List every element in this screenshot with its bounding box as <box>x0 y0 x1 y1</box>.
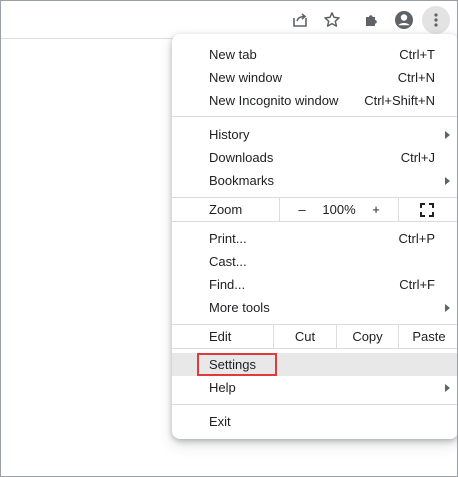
menu-item-new-incognito-window[interactable]: New Incognito window Ctrl+Shift+N <box>172 89 457 112</box>
menu-item-shortcut: Ctrl+P <box>398 231 435 246</box>
fullscreen-icon <box>420 203 434 217</box>
zoom-row: Zoom – 100% + <box>172 197 457 222</box>
menu-item-label: Print... <box>209 231 247 246</box>
extensions-icon <box>366 15 377 26</box>
menu-item-downloads[interactable]: Downloads Ctrl+J <box>172 146 457 169</box>
profile-icon <box>395 11 413 29</box>
paste-button[interactable]: Paste <box>398 325 457 348</box>
menu-divider <box>172 116 457 117</box>
menu-item-label: Exit <box>209 414 231 429</box>
menu-item-label: Help <box>209 380 236 395</box>
star-icon <box>324 12 340 27</box>
menu-item-label: New tab <box>209 47 257 62</box>
menu-item-more-tools[interactable]: More tools <box>172 296 457 319</box>
cut-button[interactable]: Cut <box>273 325 336 348</box>
more-vert-icon <box>434 13 438 27</box>
menu-item-new-tab[interactable]: New tab Ctrl+T <box>172 43 457 66</box>
share-icon <box>293 13 307 27</box>
fullscreen-button[interactable] <box>416 198 438 221</box>
zoom-level: 100% <box>322 202 356 217</box>
menu-item-label: More tools <box>209 300 270 315</box>
browser-window: New tab Ctrl+T New window Ctrl+N New Inc… <box>0 0 458 477</box>
menu-item-shortcut: Ctrl+J <box>400 150 435 165</box>
share-button[interactable] <box>286 6 314 34</box>
zoom-divider <box>398 198 399 221</box>
menu-item-shortcut: Ctrl+T <box>399 47 435 62</box>
extensions-button[interactable] <box>358 6 386 34</box>
zoom-in-button[interactable]: + <box>363 198 389 221</box>
menu-item-label: Downloads <box>209 150 274 165</box>
edit-label: Edit <box>209 329 232 344</box>
menu-item-shortcut: Ctrl+F <box>399 277 435 292</box>
menu-item-find[interactable]: Find... Ctrl+F <box>172 273 457 296</box>
zoom-out-button[interactable]: – <box>288 198 316 221</box>
menu-item-label: New window <box>209 70 282 85</box>
zoom-divider <box>279 198 280 221</box>
bookmark-star-button[interactable] <box>318 6 346 34</box>
submenu-arrow-icon <box>445 304 450 312</box>
profile-button[interactable] <box>390 6 418 34</box>
menu-item-exit[interactable]: Exit <box>172 410 457 433</box>
menu-item-shortcut: Ctrl+Shift+N <box>364 93 435 108</box>
zoom-label: Zoom <box>209 202 243 217</box>
menu-item-label: Cast... <box>209 254 247 269</box>
settings-highlight-box <box>197 353 277 376</box>
menu-item-label: New Incognito window <box>209 93 339 108</box>
menu-item-help[interactable]: Help <box>172 376 457 399</box>
menu-item-label: Bookmarks <box>209 173 275 188</box>
menu-item-label: Find... <box>209 277 246 292</box>
menu-item-bookmarks[interactable]: Bookmarks <box>172 169 457 192</box>
edit-row: Edit Cut Copy Paste <box>172 324 457 349</box>
menu-item-label: History <box>209 127 250 142</box>
more-options-button[interactable] <box>422 6 450 34</box>
menu-item-print[interactable]: Print... Ctrl+P <box>172 227 457 250</box>
menu-item-history[interactable]: History <box>172 123 457 146</box>
submenu-arrow-icon <box>445 131 450 139</box>
submenu-arrow-icon <box>445 177 450 185</box>
menu-divider <box>172 404 457 405</box>
menu-item-new-window[interactable]: New window Ctrl+N <box>172 66 457 89</box>
submenu-arrow-icon <box>445 384 450 392</box>
menu-item-shortcut: Ctrl+N <box>397 70 435 85</box>
chrome-main-menu: New tab Ctrl+T New window Ctrl+N New Inc… <box>172 34 457 439</box>
menu-item-cast[interactable]: Cast... <box>172 250 457 273</box>
copy-button[interactable]: Copy <box>336 325 398 348</box>
